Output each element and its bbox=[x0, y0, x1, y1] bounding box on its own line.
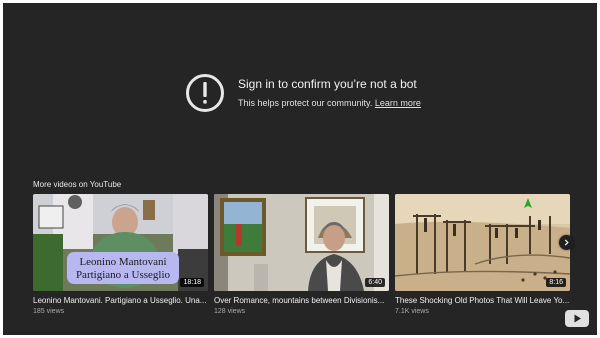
chevron-right-icon bbox=[564, 239, 569, 246]
video-views-1: 185 views bbox=[33, 308, 65, 315]
video-thumbnail-3[interactable]: 8:16 bbox=[395, 194, 570, 291]
video-card-1[interactable]: Leonino Mantovani Partigiano a Usseglio … bbox=[33, 194, 208, 316]
more-videos-label: More videos on YouTube bbox=[33, 180, 122, 189]
bot-check-title: Sign in to confirm you’re not a bot bbox=[238, 77, 417, 91]
bot-check-subtitle-text: This helps protect our community. bbox=[238, 98, 373, 108]
video-title-2[interactable]: Over Romance, mountains between Division… bbox=[214, 296, 389, 306]
video-title-3[interactable]: These Shocking Old Photos That Will Leav… bbox=[395, 296, 570, 306]
video-card-3[interactable]: 8:16 These Shocking Old Photos That Will… bbox=[395, 194, 570, 316]
thumbnail-caption-line-2: Partigiano a Usseglio bbox=[76, 269, 171, 281]
video-duration-1: 18:18 bbox=[180, 278, 204, 287]
video-duration-3: 8:16 bbox=[546, 278, 566, 287]
youtube-logo-icon[interactable] bbox=[565, 310, 589, 327]
video-views-3: 7.1K views bbox=[395, 308, 429, 315]
video-thumbnail-1[interactable]: Leonino Mantovani Partigiano a Usseglio … bbox=[33, 194, 208, 291]
video-duration-2: 6:40 bbox=[365, 278, 385, 287]
video-title-1[interactable]: Leonino Mantovani. Partigiano a Usseglio… bbox=[33, 296, 208, 306]
video-card-2[interactable]: 6:40 Over Romance, mountains between Div… bbox=[214, 194, 389, 316]
video-views-2: 128 views bbox=[214, 308, 246, 315]
exclamation-circle-icon bbox=[186, 74, 224, 112]
embedded-player: Sign in to confirm you’re not a bot This… bbox=[3, 3, 597, 335]
next-videos-button[interactable] bbox=[559, 235, 574, 250]
bot-check-subtitle: This helps protect our community. Learn … bbox=[238, 97, 421, 109]
video-thumbnail-2[interactable]: 6:40 bbox=[214, 194, 389, 291]
learn-more-link[interactable]: Learn more bbox=[375, 98, 421, 108]
bot-check-message: Sign in to confirm you’re not a bot This… bbox=[185, 72, 485, 114]
thumbnail-caption-line-1: Leonino Mantovani bbox=[79, 256, 166, 268]
